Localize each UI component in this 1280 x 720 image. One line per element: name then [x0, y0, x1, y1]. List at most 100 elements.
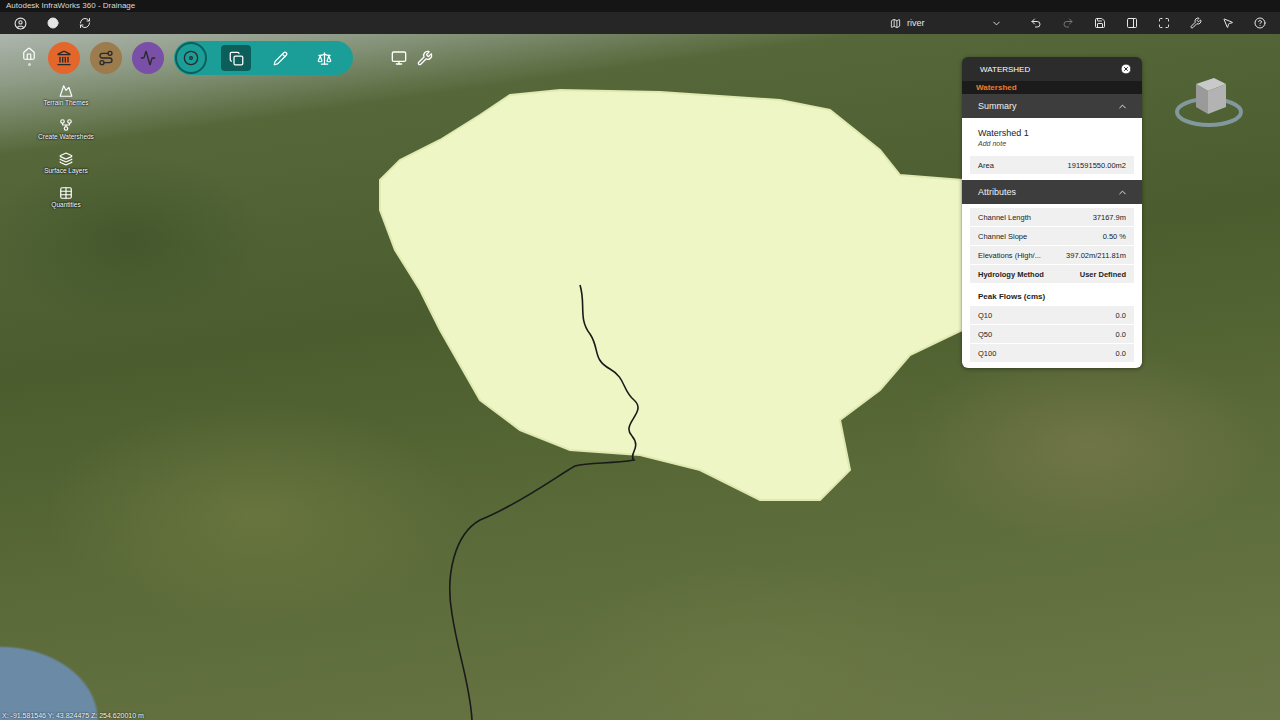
side-tool-label: Quantities — [51, 201, 80, 208]
top-right-icons — [1030, 17, 1266, 29]
module-icon — [140, 50, 156, 66]
collapse-icon — [1117, 187, 1128, 198]
collapse-icon — [1117, 101, 1128, 112]
peak-flow-row: Q10 0.0 — [970, 306, 1134, 324]
property-value: 191591550.00m2 — [1068, 161, 1126, 170]
undo-icon[interactable] — [1030, 17, 1042, 29]
peak-flow-label: Q100 — [978, 349, 996, 358]
peak-flow-value: 0.0 — [1116, 349, 1126, 358]
status-icon[interactable] — [47, 17, 59, 29]
module-icon — [56, 50, 72, 66]
side-tool[interactable]: Create Watersheds — [30, 118, 102, 140]
module-tool-button[interactable] — [265, 45, 295, 71]
panel-icon[interactable] — [1126, 17, 1138, 29]
attribute-row: Elevations (High/... 397.02m/211.81m — [970, 246, 1134, 264]
user-icon[interactable] — [14, 17, 27, 30]
peak-flow-value: 0.0 — [1116, 311, 1126, 320]
help-icon[interactable] — [1254, 17, 1266, 29]
module-tool-button[interactable] — [309, 45, 339, 71]
watershed-name[interactable]: Watershed 1 — [970, 122, 1134, 139]
side-tool[interactable]: Terrain Themes — [30, 84, 102, 106]
attribute-value: 0.50 % — [1103, 232, 1126, 241]
select-icon[interactable] — [1222, 17, 1234, 29]
tools-icon[interactable] — [417, 50, 433, 66]
settings-icon[interactable] — [1190, 17, 1202, 29]
section-title: Summary — [978, 101, 1017, 111]
panel-title: WATERSHED — [980, 65, 1030, 74]
attribute-value: 397.02m/211.81m — [1066, 251, 1126, 260]
panel-tab[interactable]: Watershed — [962, 81, 1142, 94]
side-tool-icon — [59, 186, 73, 200]
module-button[interactable] — [175, 42, 207, 74]
side-tool-icon — [59, 152, 73, 166]
top-left-icons — [14, 17, 91, 30]
panel-header: WATERSHED — [962, 57, 1142, 81]
coordinates: X: -91.581546 Y: 43.824475 Z: 254.620010… — [2, 712, 144, 719]
attribute-label: Channel Slope — [978, 232, 1027, 241]
peak-flow-value: 0.0 — [1116, 330, 1126, 339]
close-icon[interactable] — [1120, 63, 1132, 75]
module-button[interactable] — [90, 42, 122, 74]
summary-header[interactable]: Summary — [962, 94, 1142, 118]
module-icon — [98, 50, 114, 66]
attributes-body: Channel Length 37167.9m Channel Slope 0.50 … — [962, 204, 1142, 368]
attribute-label: Hydrology Method — [978, 270, 1044, 279]
peak-flow-label: Q10 — [978, 311, 992, 320]
app-window: Autodesk InfraWorks 360 - Drainage river T… — [0, 0, 1280, 720]
section-title: Attributes — [978, 187, 1016, 197]
title-bar: Autodesk InfraWorks 360 - Drainage — [0, 0, 1280, 12]
property-row: Area 191591550.00m2 — [970, 156, 1134, 174]
home-button[interactable] — [20, 47, 38, 69]
peak-flow-row: Q100 0.0 — [970, 344, 1134, 362]
attribute-value: User Defined — [1080, 270, 1126, 279]
note-field[interactable]: Add note — [970, 140, 1134, 155]
side-tool-label: Create Watersheds — [38, 133, 94, 140]
attribute-value: 37167.9m — [1093, 213, 1126, 222]
side-tool[interactable]: Surface Layers — [30, 152, 102, 174]
side-tool-label: Terrain Themes — [43, 99, 88, 106]
module-tool-button[interactable] — [221, 45, 251, 71]
attribute-row: Channel Length 37167.9m — [970, 208, 1134, 226]
map-icon — [890, 18, 901, 29]
peak-flow-label: Q50 — [978, 330, 992, 339]
side-tool-label: Surface Layers — [44, 167, 88, 174]
side-tool-icon — [59, 84, 73, 98]
property-label: Area — [978, 161, 994, 170]
redo-icon[interactable] — [1062, 17, 1074, 29]
side-tool-icon — [59, 118, 73, 132]
side-tools: Terrain Themes Create Watersheds Surface L… — [30, 84, 102, 208]
utility-tools — [391, 50, 433, 66]
view-selector-text: river — [907, 18, 985, 28]
summary-body: Watershed 1Add note Area 191591550.00m2 — [962, 118, 1142, 180]
fullscreen-icon[interactable] — [1158, 17, 1170, 29]
module-toolbar — [20, 41, 433, 75]
map-view[interactable]: Terrain Themes Create Watersheds Surface L… — [0, 34, 1280, 720]
peak-flows-title: Peak Flows (cms) — [970, 284, 1134, 305]
tool-icon — [273, 51, 288, 66]
watershed-panel: WATERSHED Watershed Summary Watershed 1Add … — [962, 57, 1142, 368]
home-icon — [22, 47, 36, 61]
river-line — [450, 285, 638, 720]
tool-icon — [317, 51, 332, 66]
drainage-module-group — [174, 41, 353, 75]
top-bar: river — [0, 12, 1280, 34]
home-dot — [28, 63, 31, 66]
chevron-down-icon — [991, 18, 1002, 29]
attributes-header[interactable]: Attributes — [962, 180, 1142, 204]
module-button[interactable] — [132, 42, 164, 74]
attribute-label: Elevations (High/... — [978, 251, 1041, 260]
module-button[interactable] — [48, 42, 80, 74]
side-tool[interactable]: Quantities — [30, 186, 102, 208]
watershed-area[interactable] — [380, 90, 962, 500]
drainage-icon — [183, 50, 199, 66]
tool-icon — [229, 51, 244, 66]
attribute-row: Channel Slope 0.50 % — [970, 227, 1134, 245]
attribute-row: Hydrology Method User Defined — [970, 265, 1134, 283]
save-icon[interactable] — [1094, 17, 1106, 29]
view-selector[interactable]: river — [890, 18, 1002, 29]
peak-flow-row: Q50 0.0 — [970, 325, 1134, 343]
monitor-icon[interactable] — [391, 50, 407, 66]
refresh-icon[interactable] — [79, 17, 91, 29]
view-cube-icon[interactable] — [1174, 64, 1244, 134]
attribute-label: Channel Length — [978, 213, 1031, 222]
